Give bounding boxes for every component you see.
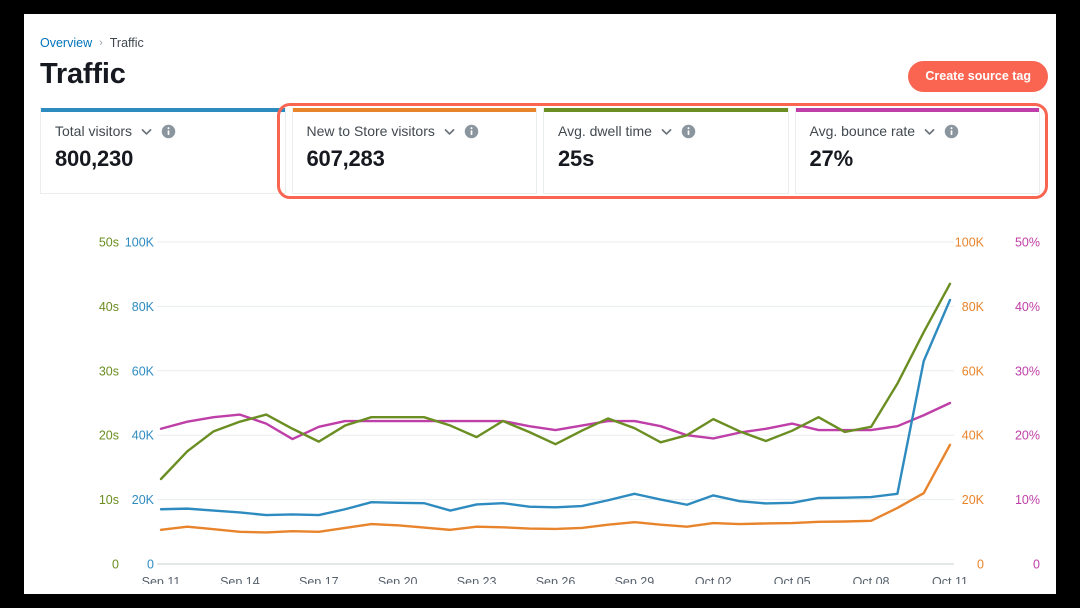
kpi-value: 607,283 xyxy=(307,146,523,172)
page-container: Overview › Traffic Traffic Create source… xyxy=(24,14,1056,594)
axis-tick-total: 0 xyxy=(147,558,154,572)
axis-tick-dwell: 20s xyxy=(99,429,119,443)
kpi-card-total-visitors[interactable]: Total visitors 800,230 xyxy=(40,108,286,194)
kpi-header: Avg. dwell time xyxy=(558,123,774,139)
axis-tick-dwell: 0 xyxy=(112,558,119,572)
kpi-accent-bar xyxy=(544,108,788,112)
axis-tick-total: 20K xyxy=(132,493,155,507)
kpi-accent-bar xyxy=(41,108,285,112)
axis-tick-bounce: 0 xyxy=(1033,558,1040,572)
chart-svg: 0 10s 20s 30s 40s 50s 0 20K 40K 60K 80K 100K 0 20K 40K… xyxy=(40,204,1040,584)
axis-tick-dwell: 40s xyxy=(99,300,119,314)
kpi-header: Total visitors xyxy=(55,123,271,139)
kpi-label: Avg. dwell time xyxy=(558,123,652,139)
chevron-down-icon[interactable] xyxy=(923,125,936,138)
kpi-accent-bar xyxy=(293,108,537,112)
x-axis-tick-label: Sep 14 xyxy=(220,575,260,584)
info-icon[interactable] xyxy=(464,124,479,139)
kpi-accent-bar xyxy=(796,108,1040,112)
axis-tick-new: 20K xyxy=(962,493,985,507)
kpi-card-new-to-store-visitors[interactable]: New to Store visitors 607,283 xyxy=(292,108,538,194)
axis-tick-dwell: 50s xyxy=(99,236,119,250)
chevron-down-icon[interactable] xyxy=(443,125,456,138)
axis-tick-bounce: 50% xyxy=(1015,236,1040,250)
kpi-value: 800,230 xyxy=(55,146,271,172)
kpi-value: 27% xyxy=(810,146,1026,172)
x-axis-tick-label: Oct 05 xyxy=(774,575,811,584)
x-axis-tick-label: Oct 11 xyxy=(932,575,968,584)
kpi-card-row: Total visitors 800,230 New to Store visito… xyxy=(40,108,1040,194)
axis-tick-total: 80K xyxy=(132,300,155,314)
axis-tick-total: 100K xyxy=(125,236,155,250)
kpi-card-avg-bounce-rate[interactable]: Avg. bounce rate 27% xyxy=(795,108,1041,194)
info-icon[interactable] xyxy=(681,124,696,139)
breadcrumb: Overview › Traffic xyxy=(40,36,144,50)
page-title: Traffic xyxy=(40,58,126,91)
axis-tick-bounce: 40% xyxy=(1015,300,1040,314)
x-axis-tick-label: Sep 20 xyxy=(378,575,418,584)
kpi-value: 25s xyxy=(558,146,774,172)
axis-tick-new: 60K xyxy=(962,364,985,378)
x-axis-tick-label: Sep 11 xyxy=(142,575,181,584)
axis-tick-bounce: 20% xyxy=(1015,429,1040,443)
info-icon[interactable] xyxy=(161,124,176,139)
create-source-tag-button[interactable]: Create source tag xyxy=(908,61,1048,92)
axis-tick-new: 40K xyxy=(962,429,985,443)
x-axis-tick-label: Sep 26 xyxy=(536,575,576,584)
axis-tick-dwell: 10s xyxy=(99,493,119,507)
kpi-header: New to Store visitors xyxy=(307,123,523,139)
kpi-header: Avg. bounce rate xyxy=(810,123,1026,139)
series-line-total xyxy=(161,300,950,515)
series-line-new xyxy=(161,445,950,533)
kpi-label: Avg. bounce rate xyxy=(810,123,916,139)
axis-tick-total: 40K xyxy=(132,429,155,443)
x-axis-tick-label: Sep 23 xyxy=(457,575,497,584)
breadcrumb-separator-icon: › xyxy=(99,37,103,49)
info-icon[interactable] xyxy=(944,124,959,139)
chevron-down-icon[interactable] xyxy=(140,125,153,138)
x-axis-tick-label: Sep 17 xyxy=(299,575,339,584)
kpi-label: Total visitors xyxy=(55,123,132,139)
axis-tick-new: 0 xyxy=(977,558,984,572)
axis-tick-new: 100K xyxy=(955,236,985,250)
kpi-label: New to Store visitors xyxy=(307,123,435,139)
chevron-down-icon[interactable] xyxy=(660,125,673,138)
breadcrumb-link-overview[interactable]: Overview xyxy=(40,36,92,50)
series-line-dwell xyxy=(161,284,950,479)
x-axis-tick-label: Oct 08 xyxy=(853,575,890,584)
breadcrumb-current-traffic: Traffic xyxy=(110,36,144,50)
axis-tick-bounce: 30% xyxy=(1015,364,1040,378)
x-axis-tick-label: Oct 02 xyxy=(695,575,732,584)
traffic-line-chart: 0 10s 20s 30s 40s 50s 0 20K 40K 60K 80K 100K 0 20K 40K… xyxy=(40,204,1040,584)
x-axis-tick-label: Sep 29 xyxy=(615,575,655,584)
axis-tick-total: 60K xyxy=(132,364,155,378)
kpi-card-avg-dwell-time[interactable]: Avg. dwell time 25s xyxy=(543,108,789,194)
axis-tick-dwell: 30s xyxy=(99,364,119,378)
axis-tick-new: 80K xyxy=(962,300,985,314)
axis-tick-bounce: 10% xyxy=(1015,493,1040,507)
